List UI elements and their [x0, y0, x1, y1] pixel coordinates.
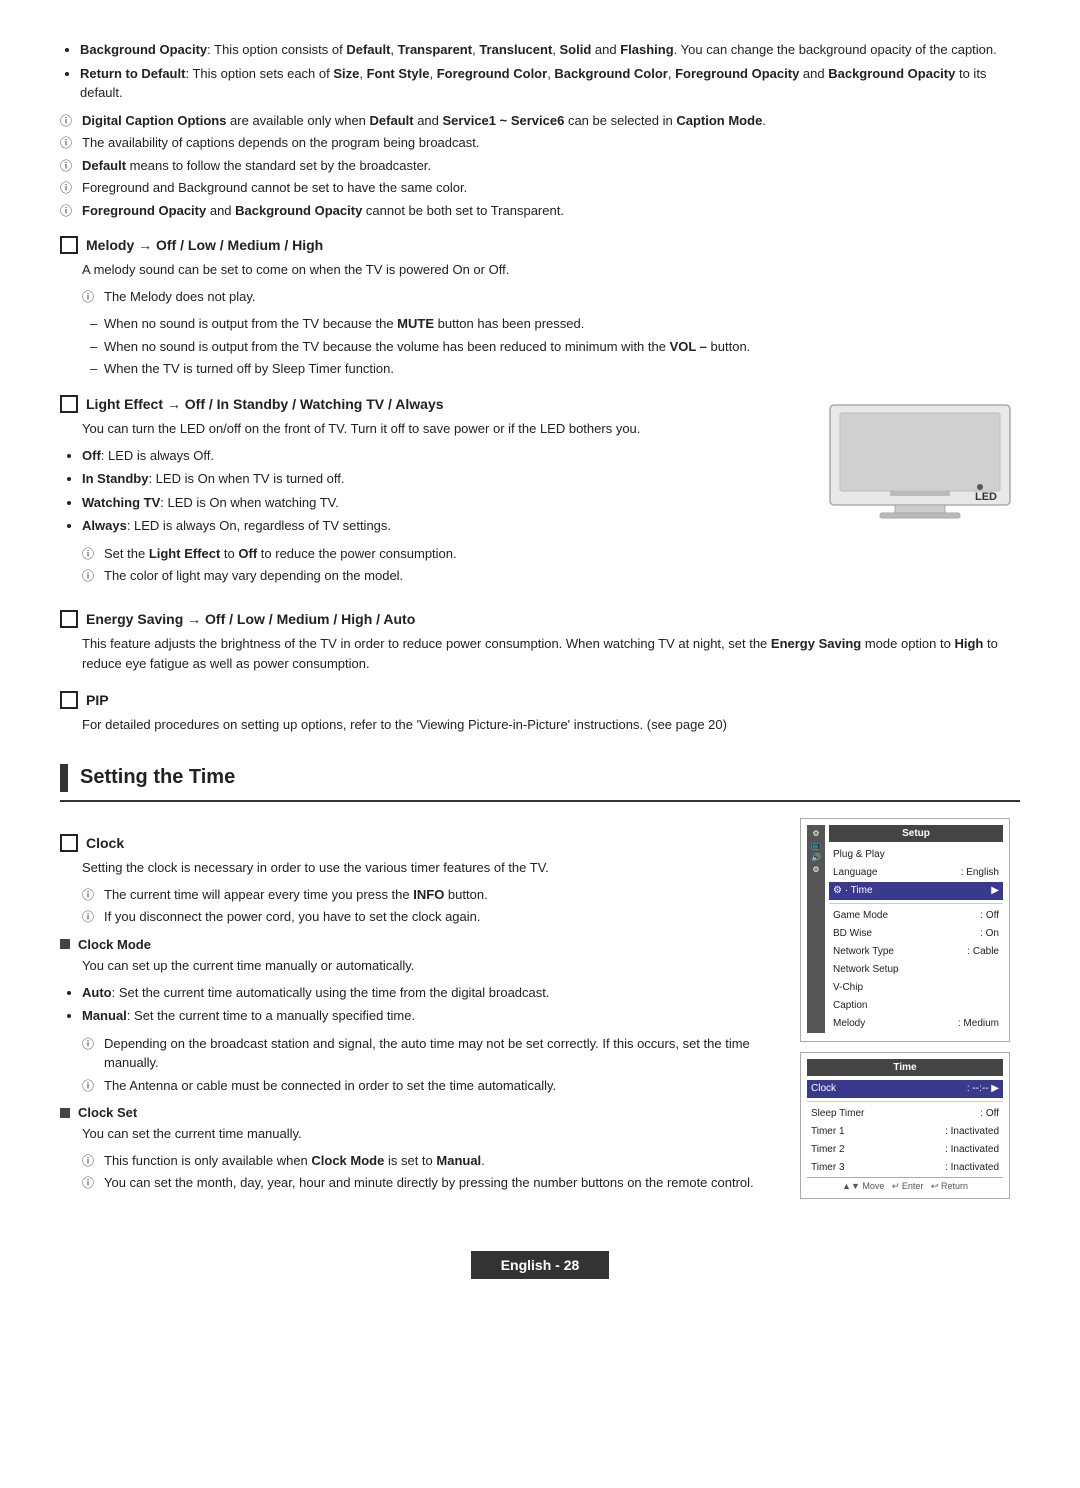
clock-set-notes: This function is only available when Clo…	[82, 1151, 780, 1193]
clock-set-description: You can set the current time manually.	[82, 1124, 780, 1145]
clock-mode-manual: Manual: Set the current time to a manual…	[82, 1006, 780, 1026]
menu2-clock: Clock: --:-- ▶	[807, 1080, 1003, 1098]
clock-mode-description: You can set up the current time manually…	[82, 956, 780, 977]
background-opacity-item: Background Opacity: This option consists…	[80, 40, 1020, 60]
clock-mode-heading: Clock Mode	[60, 937, 780, 952]
note-availability: The availability of captions depends on …	[60, 133, 1020, 153]
chapter-heading-setting-time: Setting the Time	[60, 764, 1020, 802]
chapter-title: Setting the Time	[80, 766, 235, 789]
melody-dash-2: When no sound is output from the TV beca…	[90, 337, 1020, 357]
clock-note-1: The current time will appear every time …	[82, 885, 780, 905]
note-foreground-bg: Foreground and Background cannot be set …	[60, 178, 1020, 198]
pip-section: PIP For detailed procedures on setting u…	[60, 691, 1020, 736]
melody-heading: Melody → Off / Low / Medium / High	[60, 236, 1020, 254]
background-opacity-list: Background Opacity: This option consists…	[80, 40, 1020, 103]
clock-mode-bullets: Auto: Set the current time automatically…	[82, 983, 780, 1026]
menu2-footer: ▲▼ Move ↵ Enter ↩ Return	[807, 1177, 1003, 1192]
energy-saving-section: Energy Saving → Off / Low / Medium / Hig…	[60, 610, 1020, 676]
pip-heading: PIP	[60, 691, 1020, 709]
le-note-1: Set the Light Effect to Off to reduce th…	[82, 544, 1020, 564]
le-note-2: The color of light may vary depending on…	[82, 566, 1020, 586]
energy-saving-description: This feature adjusts the brightness of t…	[82, 634, 1020, 676]
page-number-box: English - 28	[471, 1251, 610, 1279]
melody-description: A melody sound can be set to come on whe…	[82, 260, 1020, 281]
clock-set-note-1: This function is only available when Clo…	[82, 1151, 780, 1171]
menu1-game-mode: Game Mode: Off	[829, 907, 1003, 925]
clock-heading: Clock	[60, 834, 780, 852]
note-default: Default means to follow the standard set…	[60, 156, 1020, 176]
note-digital-caption: Digital Caption Options are available on…	[60, 111, 1020, 131]
setup-menu-title: Setup	[829, 825, 1003, 842]
return-to-default-item: Return to Default: This option sets each…	[80, 64, 1020, 103]
page-footer: English - 28	[60, 1241, 1020, 1289]
menu1-melody: Melody: Medium	[829, 1015, 1003, 1033]
clock-mode-note-1: Depending on the broadcast station and s…	[82, 1034, 780, 1073]
melody-dash-list: When no sound is output from the TV beca…	[90, 314, 1020, 379]
clock-mode-auto: Auto: Set the current time automatically…	[82, 983, 780, 1003]
clock-note-2: If you disconnect the power cord, you ha…	[82, 907, 780, 927]
menu1-caption: Caption	[829, 997, 1003, 1015]
light-effect-section: LED Light Effect → Off / In Standby / Wa…	[60, 395, 1020, 594]
return-default-bold: Return to Default	[80, 66, 185, 81]
top-section: Background Opacity: This option consists…	[60, 40, 1020, 220]
menu2-timer2: Timer 2: Inactivated	[807, 1141, 1003, 1159]
menu2-timer1: Timer 1: Inactivated	[807, 1123, 1003, 1141]
background-opacity-bold: Background Opacity	[80, 42, 207, 57]
menu2-timer3: Timer 3: Inactivated	[807, 1159, 1003, 1177]
page-number: English - 28	[501, 1257, 580, 1273]
menu1-language: Language: English	[829, 864, 1003, 882]
pip-description: For detailed procedures on setting up op…	[82, 715, 1020, 736]
clock-text-column: Clock Setting the clock is necessary in …	[60, 818, 780, 1201]
clock-images-column: ⚙ 📺 🔊 ⚙ Setup Plug & Play Language: Engl…	[800, 818, 1020, 1199]
clock-mode-notes: Depending on the broadcast station and s…	[82, 1034, 780, 1096]
menu1-plug-play: Plug & Play	[829, 846, 1003, 864]
melody-notes: The Melody does not play.	[82, 287, 1020, 307]
time-menu-screenshot: Time Clock: --:-- ▶ Sleep Timer: Off Tim…	[800, 1052, 1010, 1199]
clock-notes: The current time will appear every time …	[82, 885, 780, 927]
clock-description: Setting the clock is necessary in order …	[82, 858, 780, 879]
energy-saving-heading: Energy Saving → Off / Low / Medium / Hig…	[60, 610, 1020, 628]
clock-section: Clock Setting the clock is necessary in …	[60, 818, 1020, 1201]
svg-text:LED: LED	[975, 491, 997, 503]
clock-set-heading: Clock Set	[60, 1105, 780, 1120]
melody-dash-1: When no sound is output from the TV beca…	[90, 314, 1020, 334]
menu2-sleep-timer: Sleep Timer: Off	[807, 1105, 1003, 1123]
menu1-network-setup: Network Setup	[829, 961, 1003, 979]
light-effect-heading: Light Effect → Off / In Standby / Watchi…	[60, 395, 800, 413]
tv-svg: LED	[820, 395, 1020, 525]
caption-notes-list: Digital Caption Options are available on…	[60, 111, 1020, 221]
menu1-vchip: V-Chip	[829, 979, 1003, 997]
melody-section: Melody → Off / Low / Medium / High A mel…	[60, 236, 1020, 379]
note-opacity: Foreground Opacity and Background Opacit…	[60, 201, 1020, 221]
setup-menu-screenshot: ⚙ 📺 🔊 ⚙ Setup Plug & Play Language: Engl…	[800, 818, 1010, 1042]
menu1-time: ⚙ · Time▶	[829, 882, 1003, 900]
time-menu-title: Time	[807, 1059, 1003, 1076]
melody-dash-3: When the TV is turned off by Sleep Timer…	[90, 359, 1020, 379]
clock-mode-note-2: The Antenna or cable must be connected i…	[82, 1076, 780, 1096]
chapter-heading-bar	[60, 764, 68, 792]
clock-set-note-2: You can set the month, day, year, hour a…	[82, 1173, 780, 1193]
light-effect-notes: Set the Light Effect to Off to reduce th…	[82, 544, 1020, 586]
melody-note-1: The Melody does not play.	[82, 287, 1020, 307]
tv-led-image: LED	[820, 395, 1020, 525]
menu1-bd-wise: BD Wise: On	[829, 925, 1003, 943]
menu1-network-type: Network Type: Cable	[829, 943, 1003, 961]
